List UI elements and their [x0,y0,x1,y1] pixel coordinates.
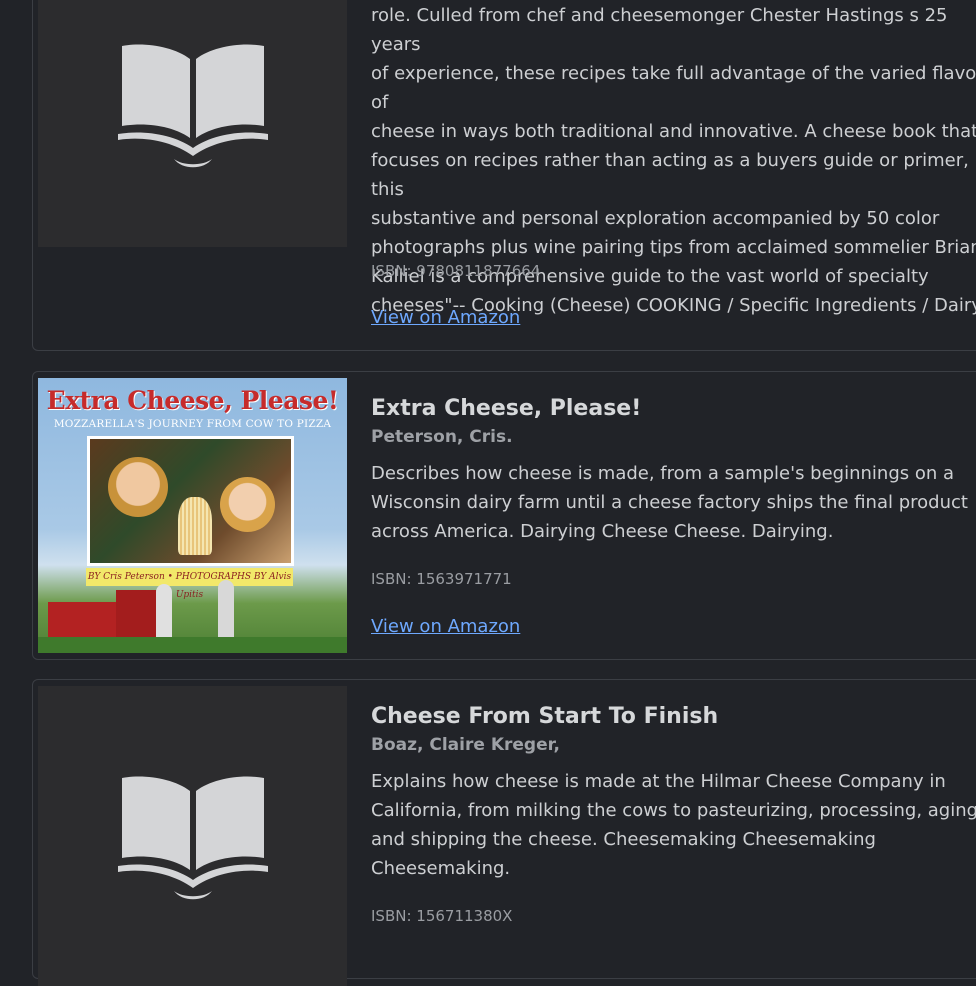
book-description: Explains how cheese is made at the Hilma… [371,771,976,879]
cheese-strands [178,497,212,555]
book-details: Cheese From Start To Finish Boaz, Claire… [371,702,976,883]
book-isbn: ISBN: 156711380X [371,907,513,925]
view-on-amazon-link[interactable]: View on Amazon [371,615,520,639]
cover-credit: BY Cris Peterson • PHOTOGRAPHS BY Alvis … [86,568,293,600]
book-isbn: ISBN: 9780811877664 [371,262,541,280]
book-details: Extra Cheese, Please! Peterson, Cris. De… [371,394,976,546]
cover-photo [87,436,294,566]
book-description: Describes how cheese is made, from a sam… [371,463,968,542]
book-title: Cheese From Start To Finish [371,704,719,729]
book-cover-image: Extra Cheese, Please! MOZZARELLA'S JOURN… [38,378,347,653]
book-card: Extra Cheese, Please! MOZZARELLA'S JOURN… [32,371,976,660]
child-figure [220,477,275,532]
book-card: Cheese From Start To Finish Boaz, Claire… [32,679,976,986]
book-icon [117,766,268,906]
book-cover-placeholder [38,686,347,986]
book-author: Peterson, Cris. [371,427,513,447]
field [38,637,347,653]
silo [156,584,172,638]
book-icon [117,34,268,174]
book-cover-placeholder [38,0,347,247]
silo [218,580,234,638]
cover-subtitle: MOZZARELLA'S JOURNEY FROM COW TO PIZZA [53,418,332,430]
child-figure [108,457,168,517]
book-title: Extra Cheese, Please! [371,396,642,421]
view-on-amazon-link[interactable]: View on Amazon [371,306,520,330]
barn [48,602,120,638]
book-card: role. Culled from chef and cheesemonger … [32,0,976,351]
book-author: Boaz, Claire Kreger, [371,735,560,755]
cover-title: Extra Cheese, Please! [46,386,339,415]
book-isbn: ISBN: 1563971771 [371,570,512,588]
barn [116,590,156,638]
